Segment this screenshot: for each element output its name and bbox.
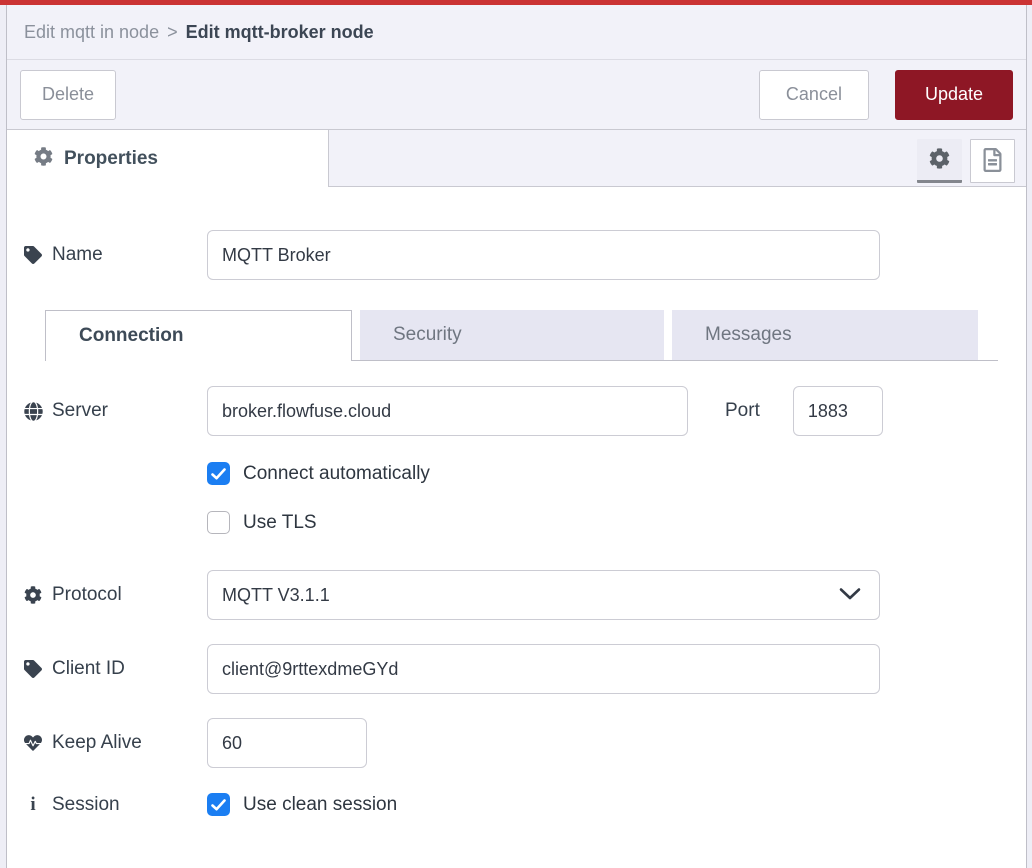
port-label: Port (725, 400, 760, 422)
protocol-label: Protocol (23, 584, 207, 606)
use-tls-checkbox[interactable] (207, 511, 230, 534)
tab-security[interactable]: Security (360, 310, 664, 360)
keep-alive-input[interactable] (207, 718, 367, 768)
gear-icon (23, 586, 43, 604)
node-description-button[interactable] (970, 139, 1015, 183)
server-input[interactable] (207, 386, 688, 436)
top-red-bar (0, 0, 1032, 5)
breadcrumb-separator: > (167, 22, 178, 43)
clean-session-label: Use clean session (243, 794, 397, 816)
globe-icon (23, 402, 43, 421)
connect-automatically-checkbox[interactable] (207, 462, 230, 485)
connect-automatically-label: Connect automatically (243, 463, 430, 485)
session-label: i Session (23, 794, 207, 816)
protocol-select[interactable]: MQTT V3.1.1 (207, 570, 880, 620)
name-row: Name (23, 230, 1010, 280)
protocol-row: Protocol MQTT V3.1.1 (23, 570, 1010, 620)
server-row: Server Port (23, 386, 1010, 436)
breadcrumb: Edit mqtt in node > Edit mqtt-broker nod… (7, 5, 1026, 60)
tab-properties[interactable]: Properties (7, 130, 329, 187)
session-row: i Session Use clean session (23, 793, 1010, 862)
chevron-down-icon (838, 586, 862, 607)
name-input[interactable] (207, 230, 880, 280)
breadcrumb-parent[interactable]: Edit mqtt in node (24, 22, 159, 43)
keep-alive-label: Keep Alive (23, 732, 207, 754)
client-id-input[interactable] (207, 644, 880, 694)
tab-connection[interactable]: Connection (45, 310, 352, 361)
server-label: Server (23, 400, 207, 422)
node-edit-form: Name Connection Security Messages Server (7, 230, 1026, 862)
breadcrumb-current: Edit mqtt-broker node (186, 22, 374, 43)
document-icon (983, 148, 1002, 175)
gear-icon (929, 148, 950, 172)
gear-icon (34, 147, 53, 171)
use-tls-label: Use TLS (243, 512, 317, 534)
protocol-selected-value: MQTT V3.1.1 (222, 585, 330, 606)
edit-node-tray: Edit mqtt in node > Edit mqtt-broker nod… (6, 5, 1027, 868)
tag-icon (23, 660, 43, 678)
tab-messages[interactable]: Messages (672, 310, 978, 360)
cancel-button[interactable]: Cancel (759, 70, 869, 120)
editor-tab-bar: Properties (7, 130, 1026, 187)
node-settings-button[interactable] (917, 139, 962, 183)
info-icon: i (23, 794, 43, 816)
delete-button[interactable]: Delete (20, 70, 116, 120)
tab-properties-label: Properties (64, 148, 158, 170)
name-label: Name (23, 244, 207, 266)
client-id-row: Client ID (23, 644, 1010, 694)
keep-alive-row: Keep Alive (23, 718, 1010, 768)
heartbeat-icon (23, 734, 43, 752)
tag-icon (23, 246, 43, 264)
dialog-toolbar: Delete Cancel Update (7, 60, 1026, 130)
use-tls-option[interactable]: Use TLS (207, 511, 1010, 534)
client-id-label: Client ID (23, 658, 207, 680)
update-button[interactable]: Update (895, 70, 1013, 120)
connect-automatically-option[interactable]: Connect automatically (207, 462, 1010, 485)
clean-session-checkbox[interactable] (207, 793, 230, 816)
broker-section-tabs: Connection Security Messages (45, 310, 998, 361)
clean-session-option[interactable]: Use clean session (207, 793, 397, 816)
port-input[interactable] (793, 386, 883, 436)
